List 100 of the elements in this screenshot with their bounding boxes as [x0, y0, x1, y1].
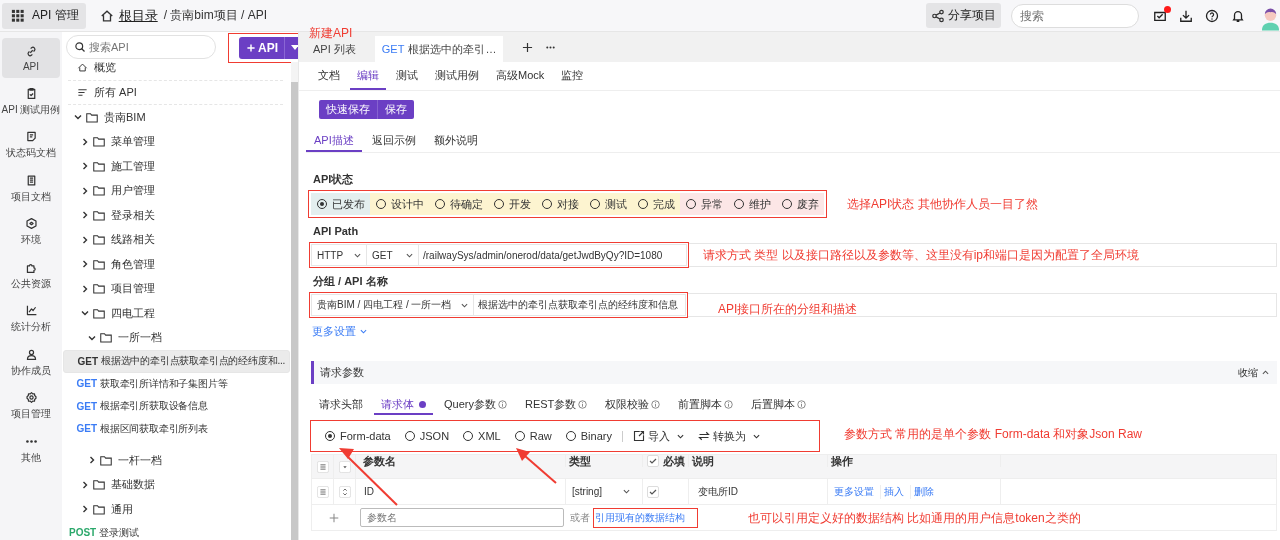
- tab[interactable]: 额外说明: [425, 130, 486, 152]
- rail-item[interactable]: 环境: [2, 212, 60, 252]
- rail-item[interactable]: 协作成员: [2, 342, 60, 383]
- share-button[interactable]: 分享项目: [926, 3, 1001, 28]
- tab[interactable]: 测试: [389, 62, 425, 90]
- rail-item[interactable]: 状态码文档: [2, 125, 60, 165]
- convert-button[interactable]: 转换为: [697, 428, 760, 444]
- api-item[interactable]: GET 获取牵引所详情和子集图片等: [63, 372, 290, 395]
- type-select[interactable]: [string]: [566, 479, 643, 504]
- tab[interactable]: REST参数: [517, 396, 595, 415]
- more-settings-link[interactable]: 更多设置: [312, 324, 367, 339]
- tab[interactable]: GET 根据选中的牵引…: [374, 36, 504, 62]
- bell-icon[interactable]: [1231, 8, 1245, 23]
- collapse-button[interactable]: 收缩: [1238, 365, 1269, 380]
- scrollbar[interactable]: [291, 82, 298, 540]
- rail-item[interactable]: 其他: [2, 429, 60, 470]
- param-name-field[interactable]: 参数名: [360, 508, 564, 527]
- rail-item[interactable]: 公共资源: [2, 255, 60, 296]
- status-option[interactable]: 异常: [680, 193, 728, 215]
- app-menu-button[interactable]: API 管理: [2, 2, 86, 29]
- folder-item[interactable]: 施工管理: [62, 154, 291, 179]
- save-button[interactable]: 保存: [377, 100, 414, 119]
- status-option[interactable]: 待确定: [429, 193, 488, 215]
- status-option[interactable]: 开发: [488, 193, 536, 215]
- tab[interactable]: 编辑: [350, 62, 386, 90]
- tab[interactable]: 前置脚本: [671, 396, 741, 415]
- folder-item[interactable]: 贵南BIM: [62, 105, 291, 130]
- tab[interactable]: 文档: [311, 62, 347, 90]
- name-field[interactable]: 根据选中的牵引点获取牵引点的经纬度和信息: [474, 294, 686, 316]
- download-icon[interactable]: [1179, 8, 1193, 23]
- status-option[interactable]: 测试: [584, 193, 632, 215]
- folder-item[interactable]: 一所一档: [62, 325, 291, 350]
- folder-item[interactable]: 登录相关: [62, 203, 291, 228]
- tab[interactable]: 高级Mock: [489, 62, 552, 90]
- folder-item[interactable]: 用户管理: [62, 178, 291, 203]
- status-option[interactable]: 完成: [632, 193, 680, 215]
- menu-icon[interactable]: [316, 460, 329, 473]
- protocol-select[interactable]: HTTP: [311, 244, 367, 266]
- breadcrumb-link[interactable]: 根目录: [118, 6, 158, 25]
- tab[interactable]: 返回示例: [363, 130, 424, 152]
- action-link[interactable]: 插入: [881, 484, 911, 499]
- search-field[interactable]: 搜索API: [66, 35, 216, 59]
- tab[interactable]: API描述: [306, 130, 362, 152]
- folder-item[interactable]: 通用: [62, 497, 291, 522]
- tree-item[interactable]: 概览: [68, 56, 283, 81]
- path-field[interactable]: /railwaySys/admin/onerod/data/getJwdByQy?ID=1080: [419, 244, 687, 266]
- drag-handle-icon[interactable]: [316, 485, 329, 498]
- folder-item[interactable]: 项目管理: [62, 276, 291, 301]
- radio-option[interactable]: Binary: [565, 430, 612, 442]
- checkbox[interactable]: [647, 455, 659, 467]
- annotation-note: API接口所在的分组和描述: [718, 301, 858, 317]
- group-select[interactable]: 贵南BIM / 四电工程 / 一所一档: [311, 294, 474, 316]
- annotation-note: 也可以引用定义好的数据结构 比如通用的用户信息token之类的: [748, 509, 1081, 526]
- rail-item[interactable]: 项目管理: [2, 386, 60, 426]
- radio-option[interactable]: XML: [463, 430, 501, 442]
- action-link[interactable]: 更多设置: [831, 484, 881, 499]
- chevron-up-icon: [1262, 370, 1269, 375]
- checkbox[interactable]: [647, 485, 659, 498]
- sort-icon[interactable]: [338, 485, 351, 498]
- tab[interactable]: 请求体: [374, 396, 433, 415]
- api-item[interactable]: GET 根据区间获取牵引所列表: [63, 417, 290, 440]
- status-option[interactable]: 已发布: [311, 193, 370, 215]
- dropdown-icon[interactable]: [338, 460, 351, 473]
- tab[interactable]: 权限校验: [598, 396, 668, 415]
- rail-item[interactable]: 项目文档: [2, 168, 60, 209]
- api-item[interactable]: GET 根据选中的牵引点获取牵引点的经纬度和...: [63, 350, 290, 373]
- radio-option[interactable]: Form-data: [325, 430, 391, 442]
- folder-item[interactable]: 角色管理: [62, 252, 291, 277]
- tab[interactable]: 后置脚本: [744, 396, 814, 415]
- tab[interactable]: 请求头部: [312, 396, 370, 415]
- folder-item[interactable]: 菜单管理: [62, 129, 291, 154]
- api-item[interactable]: POST 登录测试: [63, 521, 290, 540]
- status-option[interactable]: 维护: [728, 193, 776, 215]
- status-option[interactable]: 对接: [536, 193, 584, 215]
- tab[interactable]: 监控: [554, 62, 591, 90]
- status-option[interactable]: 设计中: [370, 193, 429, 215]
- save-button[interactable]: 快速保存: [319, 100, 377, 119]
- api-item[interactable]: GET 根据牵引所获取设备信息: [63, 395, 290, 418]
- tab[interactable]: 测试用例: [428, 62, 486, 90]
- rail-item[interactable]: API 测试用例: [2, 81, 60, 122]
- rail-item[interactable]: API: [2, 38, 60, 78]
- reference-link[interactable]: 引用现有的数据结构: [595, 510, 685, 525]
- radio-option[interactable]: JSON: [404, 430, 450, 442]
- import-button[interactable]: 导入: [632, 428, 684, 444]
- rail-item[interactable]: 统计分析: [2, 299, 60, 339]
- tree-item[interactable]: 所有 API: [68, 80, 283, 105]
- avatar[interactable]: [1261, 7, 1280, 31]
- method-select[interactable]: GET: [367, 244, 419, 266]
- folder-item[interactable]: 基础数据: [62, 472, 291, 497]
- help-icon[interactable]: [1205, 8, 1219, 23]
- action-link[interactable]: 删除: [911, 484, 940, 499]
- status-option[interactable]: 废弃: [776, 193, 824, 215]
- folder-item[interactable]: 一杆一档: [62, 448, 291, 473]
- new-api-button[interactable]: API: [239, 36, 284, 59]
- radio-option[interactable]: Raw: [514, 430, 552, 442]
- folder-item[interactable]: 线路相关: [62, 227, 291, 252]
- tab[interactable]: Query参数: [437, 396, 514, 415]
- plus-icon[interactable]: [522, 42, 534, 53]
- folder-item[interactable]: 四电工程: [62, 301, 291, 326]
- search-field[interactable]: 搜索: [1011, 3, 1139, 28]
